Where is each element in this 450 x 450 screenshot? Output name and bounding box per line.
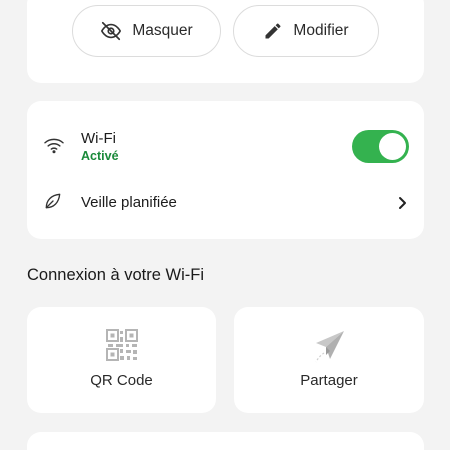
qr-code-icon [105, 329, 138, 366]
leaf-icon [43, 191, 63, 216]
edit-button[interactable]: Modifier [233, 5, 379, 57]
toggle-knob [379, 133, 406, 160]
wifi-status: Activé [81, 149, 119, 163]
edit-button-label: Modifier [293, 22, 349, 39]
scheduled-sleep-row[interactable]: Veille planifiée [27, 189, 424, 217]
wifi-toggle[interactable] [352, 130, 409, 163]
share-label: Partager [300, 372, 358, 389]
wifi-icon [43, 136, 65, 159]
qr-code-tile[interactable]: QR Code [27, 307, 216, 413]
wifi-settings-screen: Masquer Modifier Wi-Fi Activé Veille pla… [0, 0, 450, 450]
share-tile[interactable]: Partager [234, 307, 424, 413]
qr-code-label: QR Code [90, 372, 153, 389]
pencil-icon [263, 21, 283, 41]
scheduled-sleep-title: Veille planifiée [81, 194, 177, 211]
hide-button-label: Masquer [132, 22, 193, 39]
wifi-row[interactable]: Wi-Fi Activé [27, 128, 424, 166]
wifi-card: Wi-Fi Activé Veille planifiée [27, 101, 424, 239]
section-title: Connexion à votre Wi-Fi [27, 266, 204, 284]
wifi-title: Wi-Fi [81, 130, 116, 147]
hide-button[interactable]: Masquer [72, 5, 221, 57]
chevron-right-icon [396, 196, 408, 215]
bottom-card [27, 432, 424, 450]
paper-plane-icon [312, 329, 346, 370]
eye-off-icon [100, 20, 122, 42]
